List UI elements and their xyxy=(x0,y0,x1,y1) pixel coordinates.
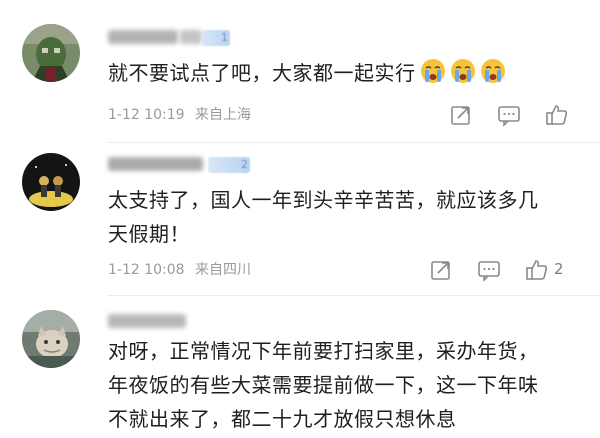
comment-text-line-3: 不就出来了，都二十九才放假只想休息 xyxy=(108,407,457,431)
level-badge: 2 xyxy=(208,157,250,173)
avatar[interactable] xyxy=(22,310,80,368)
comment-text: 太支持了，国人一年到头辛辛苦苦，就应该多几 天假期！ xyxy=(108,183,578,251)
comment-text: 就不要试点了吧，大家都一起实行 xyxy=(108,56,578,90)
like-count: 2 xyxy=(554,260,564,278)
comment-time: 1-12 10:19 xyxy=(108,107,185,123)
level-badge: 1 xyxy=(202,30,230,46)
avatar[interactable] xyxy=(22,24,80,82)
comment-meta: 1-12 10:08 来自四川 xyxy=(108,261,251,279)
level-number: 1 xyxy=(221,31,228,44)
comment-location: 来自上海 xyxy=(195,107,252,123)
level-number: 2 xyxy=(241,158,248,171)
comment-actions xyxy=(448,102,588,128)
comment-text-line-2: 天假期！ xyxy=(108,222,190,246)
username-blurred[interactable] xyxy=(108,314,186,328)
comment-3: 对呀，正常情况下年前要打扫家里，采办年货， 年夜饭的有些大菜需要提前做一下，这一… xyxy=(0,296,600,438)
crying-face-icon xyxy=(450,58,476,84)
comment-reply-icon[interactable] xyxy=(496,102,522,128)
comment-meta: 1-12 10:19 来自上海 xyxy=(108,106,251,124)
avatar[interactable] xyxy=(22,153,80,211)
comment-actions: 2 xyxy=(428,257,588,283)
comment-location: 来自四川 xyxy=(195,262,252,278)
username-blurred[interactable] xyxy=(108,30,178,44)
username-blurred-tail xyxy=(180,30,202,44)
comment-reply-icon[interactable] xyxy=(476,257,502,283)
comment-1: 1 就不要试点了吧，大家都一起实行 1-12 10:19 来自上海 xyxy=(0,0,600,150)
crying-face-icon xyxy=(420,58,446,84)
like-icon[interactable] xyxy=(524,257,550,283)
username-blurred[interactable] xyxy=(108,157,203,171)
share-icon[interactable] xyxy=(448,102,474,128)
comment-text: 对呀，正常情况下年前要打扫家里，采办年货， 年夜饭的有些大菜需要提前做一下，这一… xyxy=(108,334,578,436)
share-icon[interactable] xyxy=(428,257,454,283)
comment-text-line-1: 太支持了，国人一年到头辛辛苦苦，就应该多几 xyxy=(108,188,539,212)
crying-face-icon xyxy=(480,58,506,84)
comment-time: 1-12 10:08 xyxy=(108,262,185,278)
comment-text-body: 就不要试点了吧，大家都一起实行 xyxy=(108,61,416,85)
like-icon[interactable] xyxy=(544,102,570,128)
comment-text-line-1: 对呀，正常情况下年前要打扫家里，采办年货， xyxy=(108,339,539,363)
comment-2: 2 太支持了，国人一年到头辛辛苦苦，就应该多几 天假期！ 1-12 10:08 … xyxy=(0,143,600,296)
comment-text-line-2: 年夜饭的有些大菜需要提前做一下，这一下年味 xyxy=(108,373,539,397)
